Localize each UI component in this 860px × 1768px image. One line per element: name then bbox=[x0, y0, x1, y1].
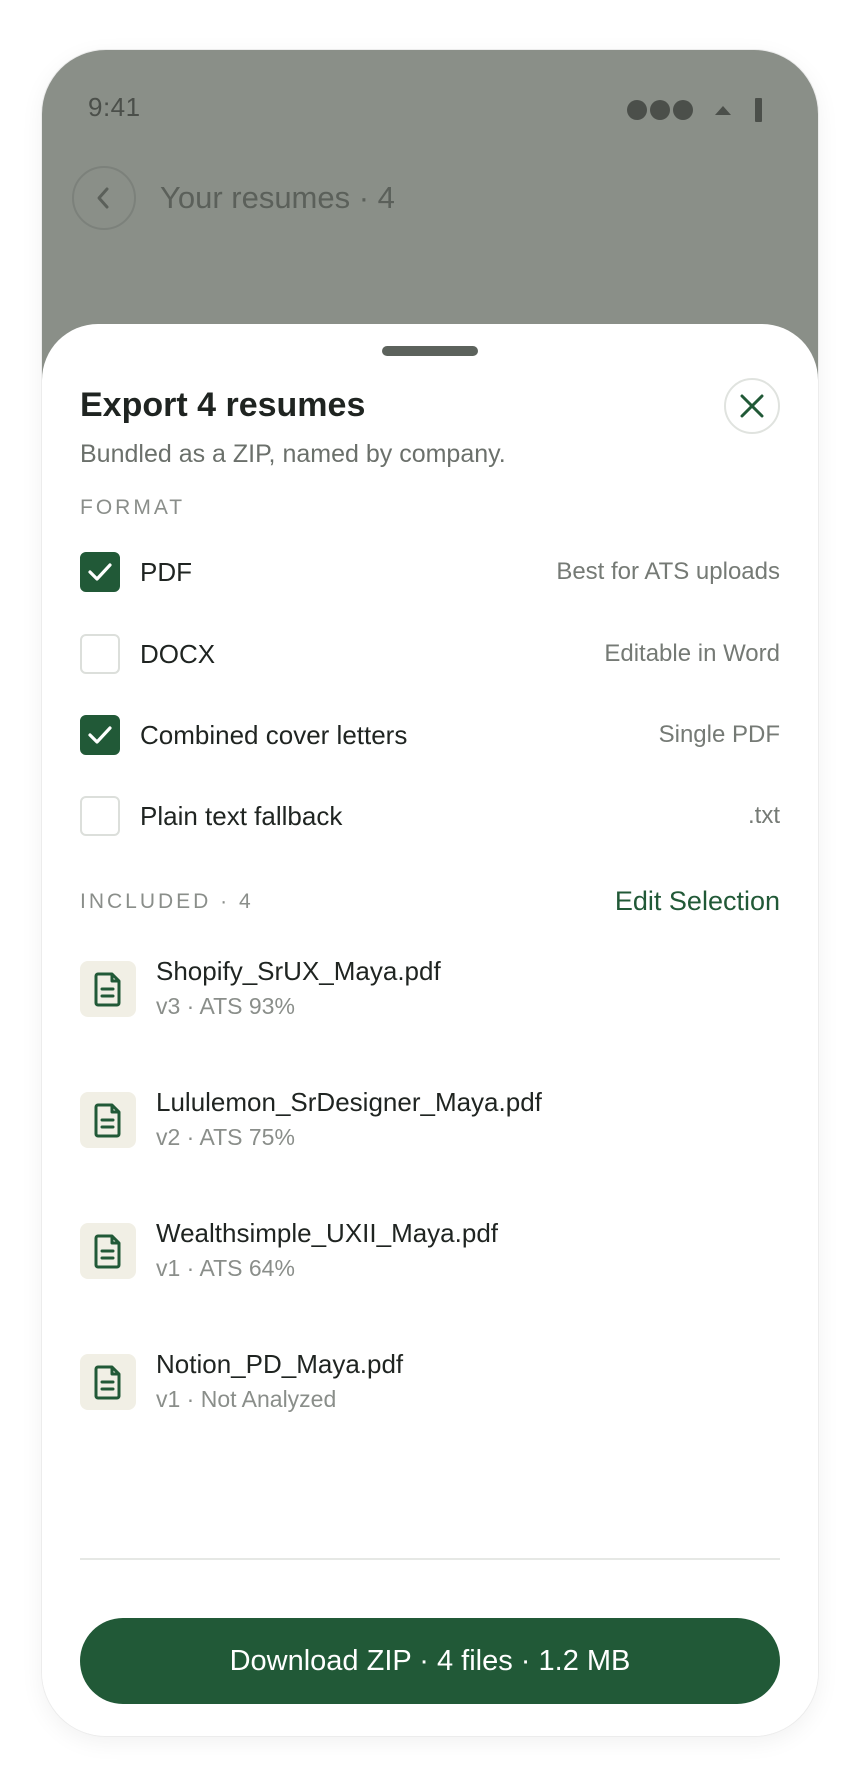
option-hint: Best for ATS uploads bbox=[556, 558, 780, 585]
file-document-icon bbox=[80, 1092, 136, 1148]
file-meta: v1 · ATS 64% bbox=[156, 1255, 295, 1281]
file-name: Wealthsimple_UXII_Maya.pdf bbox=[156, 1218, 499, 1248]
close-icon bbox=[740, 394, 764, 418]
battery-icon bbox=[755, 98, 762, 122]
option-docx[interactable]: DOCX Editable in Word bbox=[80, 632, 780, 676]
option-hint: Editable in Word bbox=[604, 640, 780, 667]
check-icon bbox=[88, 563, 112, 581]
footer-divider bbox=[80, 1558, 780, 1560]
file-name: Notion_PD_Maya.pdf bbox=[156, 1349, 404, 1379]
signal-icon bbox=[627, 100, 693, 120]
option-hint: Single PDF bbox=[658, 721, 780, 748]
file-document-icon bbox=[80, 961, 136, 1017]
back-button[interactable] bbox=[72, 166, 136, 230]
file-item[interactable]: Notion_PD_Maya.pdf v1 · Not Analyzed bbox=[80, 1342, 780, 1422]
export-sheet: Export 4 resumes Bundled as a ZIP, named… bbox=[42, 324, 818, 1736]
option-cover-letters[interactable]: Combined cover letters Single PDF bbox=[80, 713, 780, 757]
wifi-icon bbox=[715, 105, 731, 115]
checkbox-docx[interactable] bbox=[80, 634, 120, 674]
status-time: 9:41 bbox=[88, 92, 141, 122]
file-name: Shopify_SrUX_Maya.pdf bbox=[156, 956, 441, 986]
phone-frame: 9:41 Your resumes · 4 Export 4 resumes B… bbox=[42, 50, 818, 1736]
sheet-title: Export 4 resumes bbox=[80, 386, 366, 424]
file-item[interactable]: Shopify_SrUX_Maya.pdf v3 · ATS 93% bbox=[80, 949, 780, 1029]
checkbox-pdf[interactable] bbox=[80, 552, 120, 592]
included-section-label: INCLUDED · 4 bbox=[80, 890, 254, 913]
file-item[interactable]: Lululemon_SrDesigner_Maya.pdf v2 · ATS 7… bbox=[80, 1080, 780, 1160]
option-pdf[interactable]: PDF Best for ATS uploads bbox=[80, 550, 780, 594]
format-section-label: FORMAT bbox=[80, 496, 186, 519]
option-label: Combined cover letters bbox=[140, 719, 408, 750]
file-document-icon bbox=[80, 1354, 136, 1410]
file-name: Lululemon_SrDesigner_Maya.pdf bbox=[156, 1087, 542, 1117]
download-zip-button[interactable]: Download ZIP · 4 files · 1.2 MB bbox=[80, 1618, 780, 1704]
option-label: PDF bbox=[140, 556, 192, 587]
status-icons bbox=[627, 98, 762, 122]
sheet-subtitle: Bundled as a ZIP, named by company. bbox=[80, 440, 506, 468]
option-plain-text[interactable]: Plain text fallback .txt bbox=[80, 794, 780, 838]
file-meta: v3 · ATS 93% bbox=[156, 993, 295, 1019]
close-button[interactable] bbox=[724, 378, 780, 434]
file-meta: v1 · Not Analyzed bbox=[156, 1386, 337, 1412]
file-document-icon bbox=[80, 1223, 136, 1279]
checkbox-cover-letters[interactable] bbox=[80, 715, 120, 755]
file-item[interactable]: Wealthsimple_UXII_Maya.pdf v1 · ATS 64% bbox=[80, 1211, 780, 1291]
option-label: Plain text fallback bbox=[140, 800, 343, 831]
option-hint: .txt bbox=[747, 802, 780, 829]
file-meta: v2 · ATS 75% bbox=[156, 1124, 295, 1150]
option-label: DOCX bbox=[140, 638, 216, 669]
checkbox-plain-text[interactable] bbox=[80, 796, 120, 836]
chevron-left-icon bbox=[97, 187, 109, 209]
check-icon bbox=[88, 726, 112, 744]
edit-selection-link[interactable]: Edit Selection bbox=[615, 886, 780, 917]
sheet-grabber[interactable] bbox=[382, 346, 478, 356]
screen-title: Your resumes · 4 bbox=[160, 180, 395, 215]
